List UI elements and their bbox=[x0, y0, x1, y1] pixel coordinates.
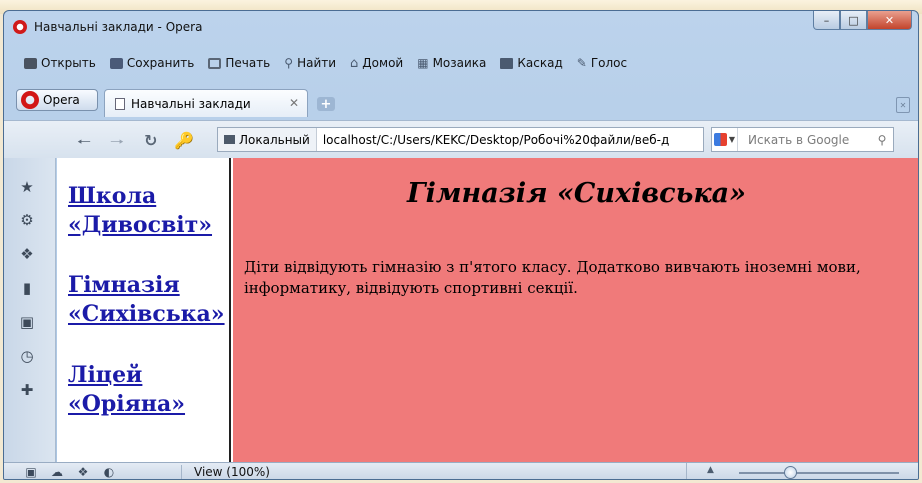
command-toolbar: Открыть Сохранить Печать ⚲ Найти ⌂ Домой… bbox=[4, 52, 918, 74]
notes-icon[interactable]: ▮ bbox=[18, 279, 36, 297]
tile-label: Мозаика bbox=[432, 56, 487, 70]
search-icon[interactable]: ⚲ bbox=[871, 133, 893, 147]
link-lyceum-oriyana[interactable]: Ліцей «Оріяна» bbox=[68, 361, 228, 419]
voice-icon: ✎ bbox=[576, 56, 587, 70]
page-heading: Гімназія «Сихівська» bbox=[406, 178, 747, 209]
side-panel: ★ ⚙ ❖ ▮ ▣ ◷ ✚ bbox=[4, 158, 56, 462]
zoom-divider bbox=[686, 463, 687, 479]
print-label: Печать bbox=[225, 56, 271, 70]
local-label: Локальный bbox=[239, 132, 310, 147]
search-placeholder[interactable]: Искать в Google bbox=[738, 133, 871, 147]
zoom-slider-handle[interactable] bbox=[784, 466, 797, 479]
local-badge[interactable]: Локальный bbox=[218, 128, 317, 151]
opera-menu-icon bbox=[21, 91, 39, 109]
speed-dial-icon[interactable]: ◐ bbox=[96, 465, 122, 479]
monitor-icon bbox=[224, 135, 235, 144]
folder-icon bbox=[24, 57, 37, 69]
tab-bar: Opera Навчальні заклади ✕ + ✕ bbox=[4, 84, 918, 120]
find-icon: ⚲ bbox=[284, 56, 294, 70]
tab-title: Навчальні заклади bbox=[131, 96, 251, 111]
window-title: Навчальні заклади - Opera bbox=[34, 20, 203, 34]
save-label: Сохранить bbox=[126, 56, 195, 70]
cascade-label: Каскад bbox=[517, 56, 563, 70]
reload-icon[interactable]: ↻ bbox=[144, 131, 157, 150]
title-bar: Навчальні заклади - Opera – □ ✕ bbox=[4, 11, 918, 43]
cascade-button[interactable]: Каскад bbox=[500, 56, 563, 70]
unite-icon[interactable]: ❖ bbox=[18, 245, 36, 263]
panel-toggle-icon[interactable]: ▣ bbox=[18, 465, 44, 479]
print-button[interactable]: Печать bbox=[208, 56, 270, 70]
cascade-icon bbox=[500, 57, 514, 69]
opera-menu-label: Opera bbox=[43, 93, 80, 107]
tab-active[interactable]: Навчальні заклади ✕ bbox=[104, 89, 308, 117]
voice-label: Голос bbox=[590, 56, 628, 70]
search-field[interactable]: ▼ Искать в Google ⚲ bbox=[711, 127, 894, 152]
tile-icon: ▦ bbox=[417, 56, 429, 70]
zoom-slider[interactable] bbox=[739, 472, 899, 474]
url-text[interactable]: localhost/C:/Users/KEKC/Desktop/Робочі%2… bbox=[317, 133, 669, 147]
find-label: Найти bbox=[297, 56, 337, 70]
view-zoom-label[interactable]: View (100%) bbox=[181, 465, 270, 479]
maximize-button[interactable]: □ bbox=[840, 11, 867, 30]
forward-arrow-icon[interactable]: 🠒 bbox=[110, 131, 124, 158]
page-icon bbox=[115, 97, 125, 110]
opera-menu-button[interactable]: Opera bbox=[16, 89, 98, 111]
back-arrow-icon[interactable]: 🠐 bbox=[77, 131, 91, 158]
minimize-button[interactable]: – bbox=[813, 11, 840, 30]
print-icon bbox=[208, 57, 222, 69]
turbo-cloud-icon[interactable]: ☁ bbox=[44, 465, 70, 479]
wand-key-icon[interactable]: 🔑 bbox=[174, 131, 194, 150]
home-button[interactable]: ⌂ Домой bbox=[350, 56, 403, 71]
status-bar: ▣ ☁ ❖ ◐ View (100%) ▲ bbox=[4, 462, 918, 479]
close-button[interactable]: ✕ bbox=[867, 11, 912, 30]
tab-close-button[interactable]: ✕ bbox=[289, 96, 299, 110]
content-frame: Гімназія «Сихівська» Діти відвідують гім… bbox=[233, 158, 918, 462]
open-label: Открыть bbox=[41, 56, 96, 70]
page-viewport: Школа «Дивосвіт» Гімназія «Сихівська» Лі… bbox=[57, 158, 918, 462]
unite-status-icon[interactable]: ❖ bbox=[70, 465, 96, 479]
add-panel-plus-icon[interactable]: ✚ bbox=[18, 381, 36, 399]
find-button[interactable]: ⚲ Найти bbox=[284, 56, 336, 70]
save-button[interactable]: Сохранить bbox=[109, 56, 195, 70]
zoom-menu-icon[interactable]: ▲ bbox=[707, 465, 714, 475]
address-field[interactable]: Локальный localhost/C:/Users/KEKC/Deskto… bbox=[217, 127, 704, 152]
browser-window: Навчальні заклади - Opera – □ ✕ Открыть … bbox=[3, 10, 919, 480]
address-toolbar: 🠐 🠒 ↻ 🔑 Локальный localhost/C:/Users/KEK… bbox=[4, 120, 918, 158]
save-icon bbox=[109, 57, 123, 69]
window-controls: – □ ✕ bbox=[813, 11, 912, 31]
link-school-dyvosvit[interactable]: Школа «Дивосвіт» bbox=[68, 182, 228, 240]
page-paragraph: Діти відвідують гімназію з п'ятого класу… bbox=[244, 258, 861, 297]
opera-logo-icon bbox=[13, 20, 27, 34]
tile-button[interactable]: ▦ Мозаика bbox=[417, 56, 486, 70]
open-button[interactable]: Открыть bbox=[24, 56, 96, 70]
settings-gear-icon[interactable]: ⚙ bbox=[18, 211, 36, 229]
home-icon: ⌂ bbox=[350, 55, 359, 71]
new-tab-button[interactable]: + bbox=[317, 97, 335, 112]
history-clock-icon[interactable]: ◷ bbox=[18, 347, 36, 365]
voice-button[interactable]: ✎ Голос bbox=[577, 56, 627, 70]
link-gymnasium-sykhivska[interactable]: Гімназія «Сихівська» bbox=[68, 271, 228, 329]
menu-frame: Школа «Дивосвіт» Гімназія «Сихівська» Лі… bbox=[57, 158, 231, 462]
google-engine-icon[interactable]: ▼ bbox=[712, 128, 738, 151]
downloads-icon[interactable]: ▣ bbox=[18, 313, 36, 331]
bookmarks-star-icon[interactable]: ★ bbox=[18, 178, 36, 196]
closed-tabs-trash-icon[interactable]: ✕ bbox=[896, 97, 910, 113]
home-label: Домой bbox=[362, 56, 404, 70]
